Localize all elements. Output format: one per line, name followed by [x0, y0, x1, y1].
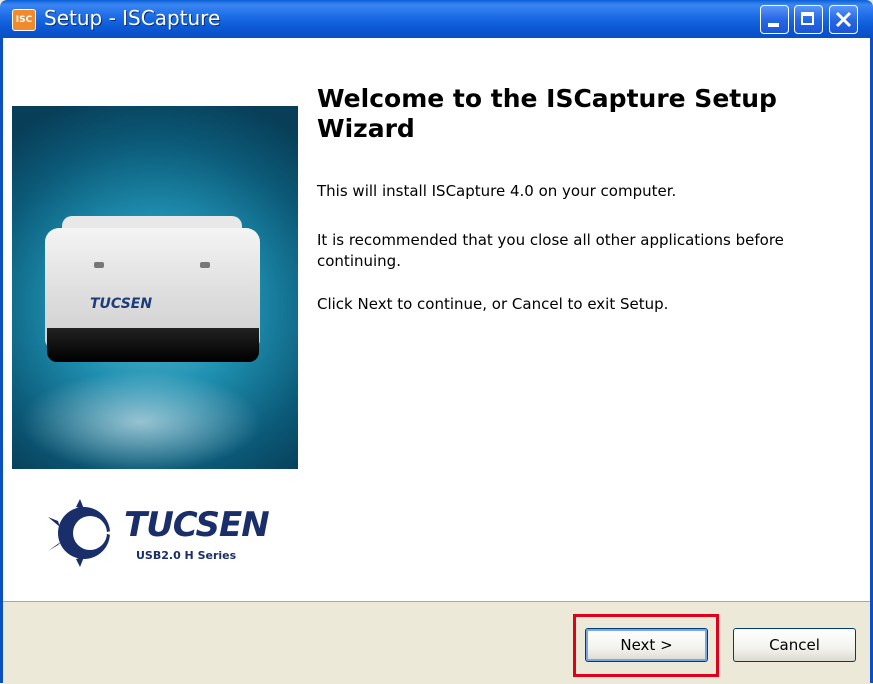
camera-base — [47, 328, 259, 362]
camera-port — [94, 262, 104, 268]
maximize-button[interactable] — [794, 5, 823, 34]
continue-instruction-text: Click Next to continue, or Cancel to exi… — [317, 295, 669, 313]
isc-app-icon: ISC — [12, 9, 36, 31]
wizard-heading: Welcome to the ISCapture Setup Wizard — [317, 84, 777, 143]
tucsen-starburst-icon — [48, 499, 124, 567]
setup-window: ISC Setup - ISCapture TUCSEN TUCSEN USB2… — [0, 0, 873, 684]
title-bar[interactable]: ISC Setup - ISCapture — [0, 0, 873, 38]
minimize-button[interactable] — [760, 5, 789, 34]
camera-logo: TUCSEN — [90, 296, 153, 312]
brand-subtitle: USB2.0 H Series — [136, 549, 237, 562]
camera-product-image: TUCSEN — [12, 106, 298, 469]
brand-name: TUCSEN — [124, 505, 270, 545]
cancel-button[interactable]: Cancel — [733, 628, 856, 662]
window-title: Setup - ISCapture — [44, 6, 221, 30]
camera-port — [200, 262, 210, 268]
install-info-text: This will install ISCapture 4.0 on your … — [317, 182, 677, 200]
next-button-highlight — [573, 614, 719, 677]
close-apps-text: It is recommended that you close all oth… — [317, 231, 784, 270]
close-button[interactable] — [829, 5, 858, 34]
close-icon — [835, 11, 852, 28]
brand-logo: TUCSEN USB2.0 H Series — [46, 497, 270, 567]
